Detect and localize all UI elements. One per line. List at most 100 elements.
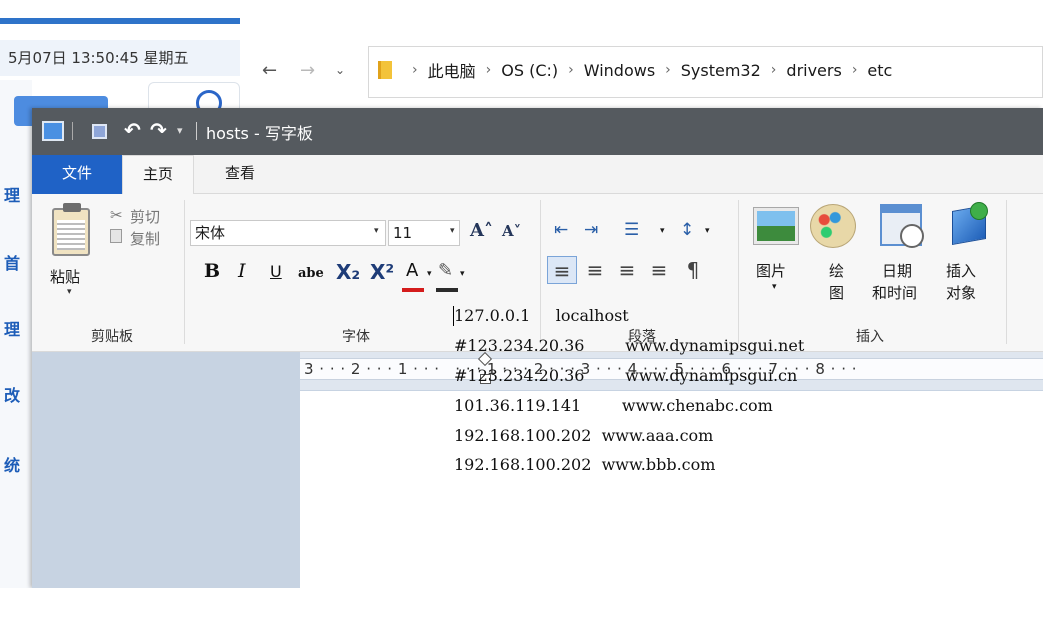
picture-button[interactable]: 图片 (756, 260, 786, 281)
tab-home[interactable]: 主页 (122, 155, 194, 195)
insert-object-button[interactable]: 插入 (946, 260, 976, 281)
titlebar-divider (196, 122, 197, 140)
date-time-button[interactable]: 日期 (882, 260, 912, 281)
sidebar-glyph[interactable]: 改 (4, 382, 20, 406)
paragraph-settings-icon[interactable]: ¶ (678, 256, 708, 284)
chevron-down-icon[interactable]: ▾ (705, 226, 710, 236)
cut-button[interactable]: 剪切 (130, 206, 160, 227)
paint-drawing-button-line2[interactable]: 图 (829, 282, 844, 303)
font-family-select[interactable]: 宋体 (190, 220, 386, 246)
document-line[interactable]: #123.234.20.36 www.dynamipsgui.cn (454, 366, 797, 385)
document-line[interactable]: 192.168.100.202 www.bbb.com (454, 455, 715, 474)
chevron-down-icon[interactable]: ▾ (460, 269, 465, 279)
document-page[interactable] (300, 391, 1043, 588)
sidebar-glyph[interactable]: 理 (4, 182, 20, 206)
underline-button[interactable]: U (270, 262, 282, 281)
quick-access-dropdown-icon[interactable]: ▾ (177, 124, 183, 137)
chevron-down-icon[interactable]: ▾ (772, 282, 777, 292)
font-color-swatch (402, 288, 424, 292)
insert-object-button-line2[interactable]: 对象 (946, 282, 976, 303)
save-icon[interactable] (92, 124, 107, 139)
breadcrumb: › 此电脑 › OS (C:) › Windows › System32 › d… (402, 58, 892, 82)
breadcrumb-item-os-drive[interactable]: OS (C:) (501, 61, 558, 80)
breadcrumb-separator-icon: › (665, 62, 671, 78)
align-left-icon[interactable]: ≡ (547, 256, 577, 284)
strikethrough-button[interactable]: abe (298, 266, 324, 281)
breadcrumb-separator-icon: › (568, 62, 574, 78)
paste-button[interactable]: 粘贴 (50, 266, 80, 287)
grow-font-button[interactable]: A˄ (470, 220, 493, 241)
paint-palette-icon[interactable] (810, 204, 856, 248)
breadcrumb-separator-icon: › (485, 62, 492, 78)
italic-button[interactable]: I (238, 260, 246, 282)
document-line[interactable]: #123.234.20.36 www.dynamipsgui.net (454, 336, 804, 355)
chevron-down-icon[interactable]: ▾ (374, 226, 379, 236)
bottom-background (0, 588, 1043, 619)
title-bar[interactable]: ↶ ↷ ▾ hosts - 写字板 (32, 108, 1043, 155)
paint-drawing-button[interactable]: 绘 (829, 260, 844, 281)
ribbon: 粘贴 ▾ ✂ 剪切 复制 剪贴板 宋体 ▾ 11 ▾ A˄ A˅ B I U a… (32, 194, 1043, 352)
bullet-list-icon[interactable]: ☰ (624, 220, 650, 240)
calendar-icon-header (880, 204, 922, 213)
recent-locations-dropdown-icon[interactable]: ⌄ (335, 63, 345, 77)
subscript-button[interactable]: X₂ (336, 260, 360, 284)
superscript-button[interactable]: X² (370, 260, 394, 284)
redo-icon[interactable]: ↷ (150, 118, 167, 142)
background-header-strip (0, 18, 240, 24)
group-divider (1006, 200, 1007, 344)
breadcrumb-item-drivers[interactable]: drivers (786, 61, 841, 80)
align-center-icon[interactable]: ≡ (580, 256, 610, 284)
insert-group-label: 插入 (856, 329, 884, 345)
breadcrumb-item-this-pc[interactable]: 此电脑 (428, 58, 476, 82)
shrink-font-button[interactable]: A˅ (502, 222, 521, 240)
tab-file[interactable]: 文件 (32, 155, 122, 194)
scissors-icon[interactable]: ✂ (110, 206, 123, 224)
font-color-button[interactable]: A (406, 260, 418, 281)
group-divider (738, 200, 739, 344)
copy-button[interactable]: 复制 (130, 228, 160, 249)
align-right-icon[interactable]: ≡ (612, 256, 642, 284)
align-justify-icon[interactable]: ≡ (644, 256, 674, 284)
paste-dropdown-icon[interactable]: ▾ (67, 287, 72, 297)
breadcrumb-separator-icon: › (851, 62, 858, 78)
bold-button[interactable]: B (204, 260, 220, 282)
highlight-color-swatch (436, 288, 458, 292)
line-spacing-icon[interactable]: ↕ (680, 220, 706, 240)
document-line[interactable]: 101.36.119.141 www.chenabc.com (454, 396, 773, 415)
breadcrumb-item-etc[interactable]: etc (867, 61, 892, 80)
clock-icon (900, 224, 924, 248)
date-time-button-line2[interactable]: 和时间 (872, 282, 917, 303)
highlighter-icon[interactable]: ✎ (438, 260, 453, 281)
breadcrumb-item-windows[interactable]: Windows (584, 61, 655, 80)
paste-icon-clip (63, 203, 81, 212)
document-line[interactable]: 192.168.100.202 www.aaa.com (454, 426, 713, 445)
copy-icon[interactable] (110, 229, 122, 243)
tab-view[interactable]: 查看 (204, 155, 276, 194)
sidebar-glyph[interactable]: 统 (4, 452, 20, 476)
sidebar-glyph[interactable]: 首 (4, 250, 20, 274)
decrease-indent-icon[interactable]: ⇤ (554, 220, 580, 240)
picture-icon[interactable] (753, 207, 799, 245)
undo-icon[interactable]: ↶ (124, 118, 141, 142)
forward-arrow-icon[interactable]: → (300, 60, 315, 81)
font-group-label: 字体 (342, 329, 370, 345)
breadcrumb-item-system32[interactable]: System32 (681, 61, 761, 80)
sidebar-glyph[interactable]: 理 (4, 316, 20, 340)
breadcrumb-separator-icon: › (412, 62, 418, 78)
breadcrumb-separator-icon: › (770, 62, 777, 78)
group-divider (184, 200, 185, 344)
chevron-down-icon[interactable]: ▾ (660, 226, 665, 236)
taskbar-datetime: 5月07日 13:50:45 星期五 (0, 40, 240, 76)
wordpad-app-icon[interactable] (42, 121, 64, 141)
clipboard-group-label: 剪贴板 (91, 329, 133, 345)
titlebar-divider (72, 122, 73, 140)
ribbon-tab-bar: 文件 主页 查看 (32, 155, 1043, 195)
back-arrow-icon[interactable]: ← (262, 60, 277, 81)
folder-icon (378, 61, 392, 79)
chevron-down-icon[interactable]: ▾ (450, 226, 455, 236)
increase-indent-icon[interactable]: ⇥ (584, 220, 610, 240)
chevron-down-icon[interactable]: ▾ (427, 269, 432, 279)
paste-icon-lines (57, 220, 85, 250)
document-line[interactable]: 127.0.0.1 localhost (454, 306, 629, 325)
window-title: hosts - 写字板 (206, 124, 313, 143)
